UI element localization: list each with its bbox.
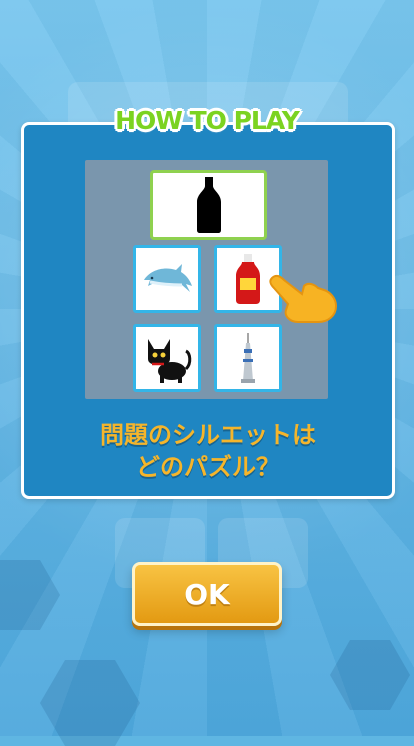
black-cat-icon <box>148 339 192 383</box>
tower-icon <box>241 333 255 383</box>
bottle-silhouette-icon <box>196 177 221 233</box>
pointing-hand-icon <box>268 270 340 330</box>
dolphin-icon <box>144 264 192 292</box>
question-text-line1: 問題のシルエットは <box>100 421 316 449</box>
ok-button[interactable]: OK <box>132 562 282 626</box>
target-silhouette-card <box>150 170 267 240</box>
question-text-line2: どのパズル？ <box>136 453 280 481</box>
choice-tile-tower[interactable] <box>214 324 282 392</box>
how-to-play-title: HOW TO PLAY <box>115 106 300 135</box>
ketchup-bottle-icon <box>236 254 260 304</box>
choice-tile-cat[interactable] <box>133 324 201 392</box>
choice-tile-dolphin[interactable] <box>133 245 201 313</box>
